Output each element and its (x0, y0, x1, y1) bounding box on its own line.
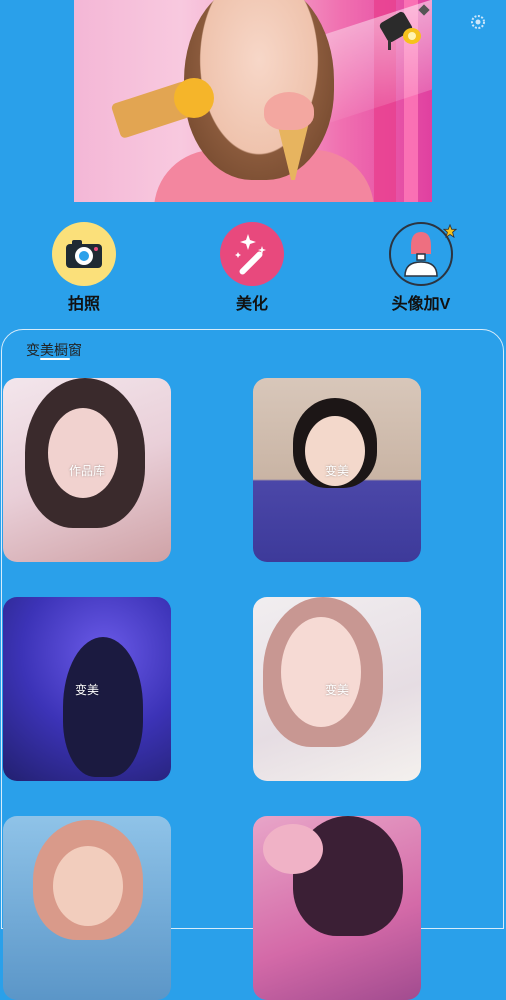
feature-beautify-label: 美化 (235, 296, 268, 313)
showcase-card[interactable] (253, 816, 421, 1000)
ice-cream-scoop (264, 92, 314, 130)
section-underline (40, 358, 70, 360)
gear-icon[interactable] (470, 14, 486, 30)
feature-photo-label: 拍照 (67, 296, 100, 313)
card-face (48, 408, 118, 498)
camera-icon (52, 222, 116, 286)
card-hair (63, 637, 143, 777)
card-caption: 变美 (324, 683, 349, 697)
ice-cream-scoop (174, 78, 214, 118)
feature-avatar-v-label: 头像加V (391, 296, 451, 313)
spotlight-icon (379, 4, 430, 50)
feature-avatar-v[interactable]: 头像加V (366, 222, 476, 314)
star-icon (443, 224, 457, 238)
magic-wand-icon (220, 222, 284, 286)
card-face (281, 617, 361, 727)
showcase-card[interactable]: 变美 (253, 378, 421, 562)
showcase-card[interactable]: 变美 (253, 597, 421, 781)
showcase-card[interactable]: 变美 (3, 597, 171, 781)
showcase-card[interactable]: 作品库 (3, 378, 171, 562)
card-face (263, 824, 323, 874)
section-title: 变美橱窗 (26, 342, 82, 358)
feature-beautify[interactable]: 美化 (197, 222, 307, 314)
feature-photo[interactable]: 拍照 (29, 222, 139, 314)
card-caption: 作品库 (68, 464, 105, 478)
card-face (53, 846, 123, 926)
avatar-v-icon (389, 222, 457, 286)
showcase-card[interactable] (3, 816, 171, 1000)
card-caption: 变美 (324, 464, 349, 478)
card-caption: 变美 (74, 683, 99, 697)
